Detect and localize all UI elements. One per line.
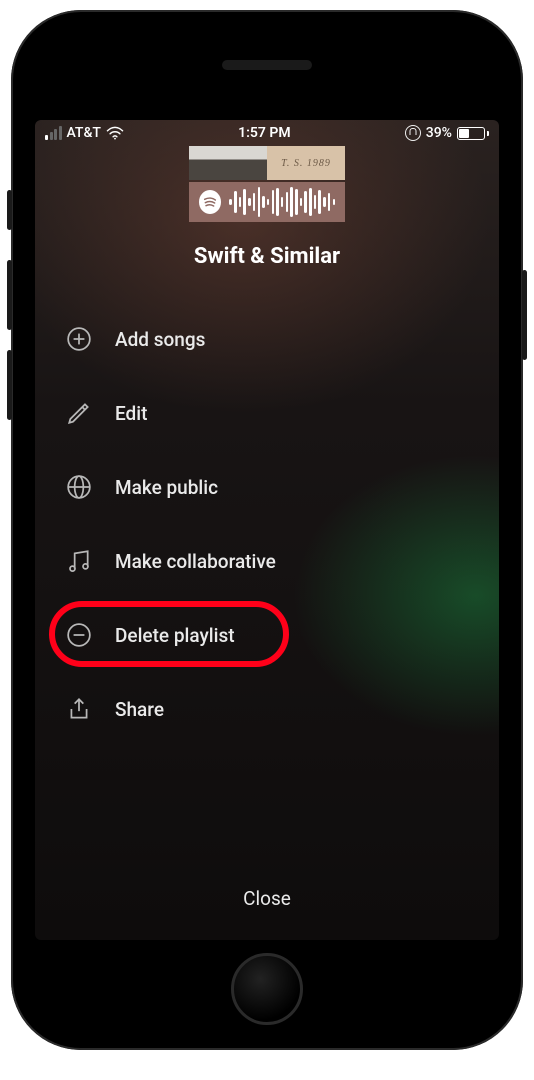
share-label: Share bbox=[115, 698, 164, 721]
add-songs-label: Add songs bbox=[115, 328, 205, 351]
plus-circle-icon bbox=[65, 325, 93, 353]
album-art-right: T. S. 1989 bbox=[267, 146, 345, 180]
make-public-button[interactable]: Make public bbox=[65, 473, 469, 501]
delete-playlist-label: Delete playlist bbox=[115, 624, 235, 647]
mute-switch bbox=[7, 190, 12, 230]
battery-icon bbox=[457, 127, 489, 140]
edit-button[interactable]: Edit bbox=[65, 399, 469, 427]
share-icon bbox=[65, 695, 93, 723]
music-note-icon bbox=[65, 547, 93, 575]
volume-down-button bbox=[7, 350, 12, 420]
minus-circle-icon bbox=[65, 621, 93, 649]
carrier-label: AT&T bbox=[67, 125, 101, 141]
volume-up-button bbox=[7, 260, 12, 330]
context-menu: Add songs Edit Make public Make collabor… bbox=[35, 325, 499, 723]
album-art-left bbox=[189, 146, 267, 180]
globe-icon bbox=[65, 473, 93, 501]
delete-playlist-button[interactable]: Delete playlist bbox=[65, 621, 469, 649]
status-right: 39% bbox=[405, 125, 489, 141]
close-button[interactable]: Close bbox=[35, 857, 499, 940]
phone-speaker bbox=[222, 60, 312, 70]
status-bar: AT&T 1:57 PM 39% bbox=[35, 120, 499, 146]
edit-label: Edit bbox=[115, 402, 147, 425]
screen: AT&T 1:57 PM 39% T. S. 1989 bbox=[35, 120, 499, 940]
playlist-cover: T. S. 1989 bbox=[189, 146, 345, 180]
spotify-code[interactable] bbox=[189, 182, 345, 222]
status-left: AT&T bbox=[45, 125, 124, 141]
pencil-icon bbox=[65, 399, 93, 427]
cell-signal-icon bbox=[45, 126, 62, 140]
make-public-label: Make public bbox=[115, 476, 218, 499]
add-songs-button[interactable]: Add songs bbox=[65, 325, 469, 353]
spotify-code-bars bbox=[229, 187, 335, 217]
status-time: 1:57 PM bbox=[238, 125, 291, 141]
phone-frame: AT&T 1:57 PM 39% T. S. 1989 bbox=[11, 10, 523, 1050]
playlist-header: T. S. 1989 S bbox=[35, 146, 499, 269]
make-collaborative-button[interactable]: Make collaborative bbox=[65, 547, 469, 575]
spotify-logo-icon bbox=[199, 190, 221, 214]
power-button bbox=[522, 270, 527, 360]
rotation-lock-icon bbox=[405, 125, 421, 141]
playlist-title: Swift & Similar bbox=[194, 244, 340, 269]
share-button[interactable]: Share bbox=[65, 695, 469, 723]
wifi-icon bbox=[106, 126, 124, 140]
battery-percentage: 39% bbox=[426, 125, 452, 141]
home-button[interactable] bbox=[231, 953, 303, 1025]
make-collaborative-label: Make collaborative bbox=[115, 550, 276, 573]
